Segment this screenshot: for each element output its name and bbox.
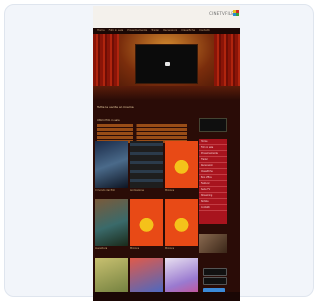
- release-link[interactable]: [97, 132, 187, 135]
- poster-caption[interactable]: Avventura: [95, 247, 107, 250]
- page-headline: Tutte le uscite al cinema: [97, 105, 134, 109]
- cinema-hero-image: [93, 34, 240, 100]
- poster-caption[interactable]: Minions: [130, 247, 139, 250]
- site-footer: [93, 292, 240, 301]
- movie-poster[interactable]: [130, 141, 163, 188]
- sidebar-menu: Home Film in sala Prossimamente Trailer …: [199, 139, 227, 224]
- video-player[interactable]: [135, 44, 198, 84]
- poster-caption[interactable]: Il mondo dei film: [95, 189, 115, 192]
- section-title: Ultimi film in sala: [97, 119, 120, 122]
- poster-caption[interactable]: Minions: [165, 247, 174, 250]
- app-store-badge[interactable]: [203, 268, 227, 276]
- release-link[interactable]: [97, 124, 187, 127]
- sidebar-banner[interactable]: [199, 118, 227, 132]
- google-play-badge[interactable]: [203, 277, 227, 285]
- sidebar-ad-image[interactable]: [199, 234, 227, 253]
- movie-poster[interactable]: [95, 199, 128, 246]
- logo-icon: [233, 10, 239, 16]
- movie-poster[interactable]: [165, 199, 198, 246]
- release-link[interactable]: [97, 136, 187, 139]
- site-logo[interactable]: CINETVFILE: [209, 11, 234, 16]
- play-icon[interactable]: [165, 62, 170, 66]
- release-link[interactable]: [97, 128, 187, 131]
- site-header: CINETVFILE: [93, 6, 240, 28]
- poster-caption[interactable]: Animazione: [130, 189, 144, 192]
- poster-caption[interactable]: Minions: [165, 189, 174, 192]
- stage: [93, 86, 240, 100]
- website-screenshot: CINETVFILE Home Film in sala Prossimamen…: [93, 6, 240, 301]
- sidebar-item[interactable]: Contatti: [199, 205, 227, 211]
- movie-poster[interactable]: [95, 141, 128, 188]
- movie-poster[interactable]: [165, 141, 198, 188]
- movie-poster[interactable]: [130, 199, 163, 246]
